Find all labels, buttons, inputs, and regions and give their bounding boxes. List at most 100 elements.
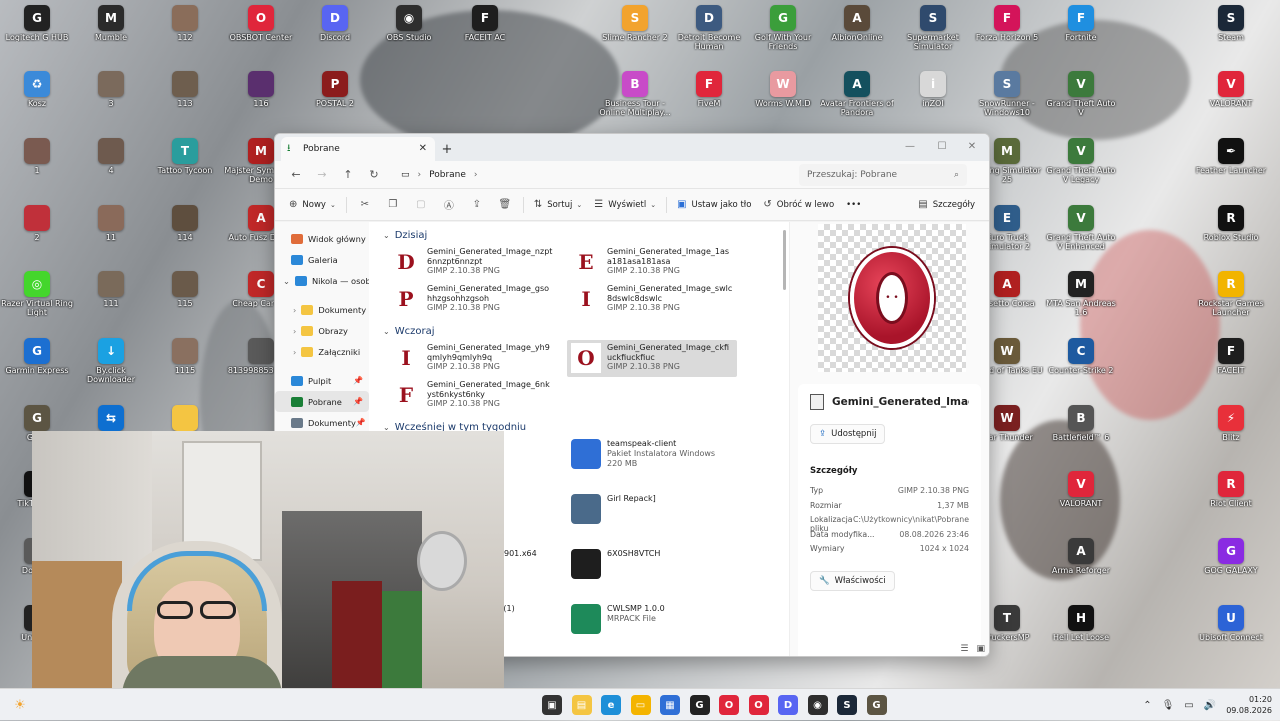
file-item[interactable]: O Gemini_Generated_Image_ckfiuckfiuckfiuc… [567, 340, 737, 377]
desktop-icon[interactable]: F Forza Horizon 5 [970, 5, 1044, 42]
share-button[interactable]: ⇪ [463, 193, 491, 217]
breadcrumb-pobrane[interactable]: Pobrane [429, 170, 466, 180]
details-toggle-button[interactable]: ▤ Szczegóły [912, 193, 981, 217]
desktop-icon[interactable]: R Riot Client [1194, 471, 1268, 508]
desktop-icon[interactable]: 112 [148, 5, 222, 42]
desktop-icon[interactable] [148, 405, 222, 433]
desktop-icon[interactable]: T Tattoo Tycoon [148, 138, 222, 175]
nav-item[interactable]: › Załączniki [275, 341, 369, 362]
discord-icon[interactable]: D [778, 695, 798, 715]
nav-item[interactable]: Pulpit 📌 [275, 370, 369, 391]
desktop-icon[interactable]: S Slime Rancher 2 [598, 5, 672, 42]
desktop-icon[interactable]: C Counter-Strike 2 [1044, 338, 1118, 375]
obsbot-icon[interactable]: O [719, 695, 739, 715]
volume-icon[interactable]: 🔊 [1204, 700, 1216, 711]
scrollbar[interactable] [783, 230, 786, 290]
desktop-icon[interactable]: F Fortnite [1044, 5, 1118, 42]
desktop-icon[interactable]: 3 [74, 71, 148, 108]
desktop-icon[interactable]: S SnowRunner - Windows10 [970, 71, 1044, 117]
new-button[interactable]: ⊕ Nowy ⌄ [283, 193, 342, 217]
nav-item[interactable]: › Obrazy [275, 320, 369, 341]
tab-pobrane[interactable]: ⭳ Pobrane ✕ [281, 137, 435, 161]
maximize-button[interactable]: ☐ [927, 136, 957, 156]
desktop-icon[interactable]: ♻ Kosz [0, 71, 74, 108]
file-item[interactable]: D Gemini_Generated_Image_nzpt6nnzpt6nnzpt… [387, 244, 557, 281]
address-bar[interactable]: ▭ › Pobrane › [395, 164, 793, 186]
expand-chevron-icon[interactable]: › [293, 326, 296, 336]
share-file-button[interactable]: ⇪ Udostępnij [810, 424, 886, 444]
group-header[interactable]: ⌄ Dzisiaj [375, 226, 785, 244]
desktop-icon[interactable]: V VALORANT [1194, 71, 1268, 108]
file-item[interactable]: I Gemini_Generated_Image_yh9qmlyh9qmlyh9q… [387, 340, 557, 377]
file-item[interactable]: P Gemini_Generated_Image_gsohhzgsohhzgsoh… [387, 281, 557, 318]
rotate-left-button[interactable]: ↺ Obróć w lewo [757, 193, 840, 217]
file-item[interactable]: Girl Repack] [567, 491, 737, 546]
desktop-icon[interactable]: R Rockstar Games Launcher [1194, 271, 1268, 317]
gimp-icon[interactable]: G [866, 695, 887, 715]
desktop-icon[interactable]: 113 [148, 71, 222, 108]
properties-button[interactable]: 🔧 Właściwości [810, 570, 895, 591]
desktop-icon[interactable]: A Arma Reforger [1044, 538, 1118, 575]
cut-button[interactable]: ✂ [351, 193, 379, 217]
network-icon[interactable]: ▭ [1184, 700, 1193, 711]
expand-chevron-icon[interactable]: › [293, 305, 296, 315]
refresh-button[interactable]: ↻ [361, 164, 387, 186]
nav-item[interactable]: ⌄ Nikola — osobis [275, 270, 369, 291]
nav-item[interactable]: › Dokumenty [275, 299, 369, 320]
desktop-icon[interactable]: D Detroit Become Human [672, 5, 746, 51]
details-view-icon[interactable]: ☰ [960, 644, 968, 654]
folder-icon[interactable]: ▭ [630, 695, 651, 715]
desktop-icon[interactable]: S Supermarket Simulator [896, 5, 970, 51]
desktop-icon[interactable]: W Worms W.M.D [746, 71, 820, 108]
close-tab-icon[interactable]: ✕ [419, 143, 427, 154]
file-item[interactable]: I Gemini_Generated_Image_swlc8dswlc8dswlc… [567, 281, 737, 318]
desktop-icon[interactable]: V VALORANT [1044, 471, 1118, 508]
nav-item[interactable]: Dokumenty 📌 [275, 412, 369, 433]
desktop-icon[interactable]: H Hell Let Loose [1044, 605, 1118, 642]
desktop-icon[interactable]: 1115 [148, 338, 222, 375]
microphone-icon[interactable]: 🎙 [1162, 700, 1175, 711]
opera-icon[interactable]: O [748, 695, 769, 715]
desktop-icon[interactable]: ⚡ Blitz [1194, 405, 1268, 442]
weather-icon[interactable]: ☀ [10, 695, 30, 715]
clock[interactable]: 01:20 09.08.2026 [1226, 694, 1272, 716]
set-background-button[interactable]: ▣ Ustaw jako tło [671, 193, 757, 217]
file-explorer-icon[interactable]: ▤ [571, 695, 592, 715]
file-item[interactable]: teamspeak-client Pakiet Instalatora Windo… [567, 436, 737, 491]
tiles-view-icon[interactable]: ▣ [976, 644, 985, 654]
nav-item[interactable]: Widok główny [275, 228, 369, 249]
desktop-icon[interactable]: M Mumble [74, 5, 148, 42]
desktop-icon[interactable]: R Roblox Studio [1194, 205, 1268, 242]
copy-button[interactable]: ❐ [379, 193, 407, 217]
desktop-icon[interactable]: B Battlefield™ 6 [1044, 405, 1118, 442]
desktop-icon[interactable]: U Ubisoft Connect [1194, 605, 1268, 642]
desktop-icon[interactable]: 1 [0, 138, 74, 175]
desktop-icon[interactable]: G GOG GALAXY [1194, 538, 1268, 575]
desktop-icon[interactable]: F FACEIT [1194, 338, 1268, 375]
desktop-icon[interactable]: 115 [148, 271, 222, 308]
nav-item[interactable]: Pobrane 📌 [275, 391, 369, 412]
desktop-icon[interactable]: ◉ OBS Studio [372, 5, 446, 42]
file-item[interactable]: E Gemini_Generated_Image_1asa181asa181asa… [567, 244, 737, 281]
desktop-icon[interactable]: ✒ Feather Launcher [1194, 138, 1268, 175]
desktop-icon[interactable]: B Business Tour - Online Multiplay... [598, 71, 672, 117]
search-input[interactable]: Przeszukaj: Pobrane ⌕ [799, 163, 967, 186]
steam-icon[interactable]: S [837, 695, 857, 715]
desktop-icon[interactable]: V Grand Theft Auto V [1044, 71, 1118, 117]
desktop-icon[interactable]: 11 [74, 205, 148, 242]
obs-icon[interactable]: ◉ [807, 695, 828, 715]
desktop-icon[interactable]: 111 [74, 271, 148, 308]
desktop-icon[interactable]: V Grand Theft Auto V Legacy [1044, 138, 1118, 184]
file-item[interactable]: 6X0SH8VTCH [567, 546, 737, 601]
logitech-g-icon[interactable]: G [689, 695, 710, 715]
desktop-icon[interactable]: O OBSBOT Center [224, 5, 298, 42]
desktop-icon[interactable]: A AlbionOnline [820, 5, 894, 42]
delete-button[interactable]: 🗑 [491, 193, 519, 217]
desktop-icon[interactable]: D Discord [298, 5, 372, 42]
desktop-icon[interactable]: P POSTAL 2 [298, 71, 372, 108]
desktop-icon[interactable]: F FACEIT AC [448, 5, 522, 42]
back-button[interactable]: ← [283, 164, 309, 186]
close-window-button[interactable]: ✕ [957, 136, 987, 156]
desktop-icon[interactable]: M MTA San Andreas 1.6 [1044, 271, 1118, 317]
expand-chevron-icon[interactable]: › [293, 347, 296, 357]
